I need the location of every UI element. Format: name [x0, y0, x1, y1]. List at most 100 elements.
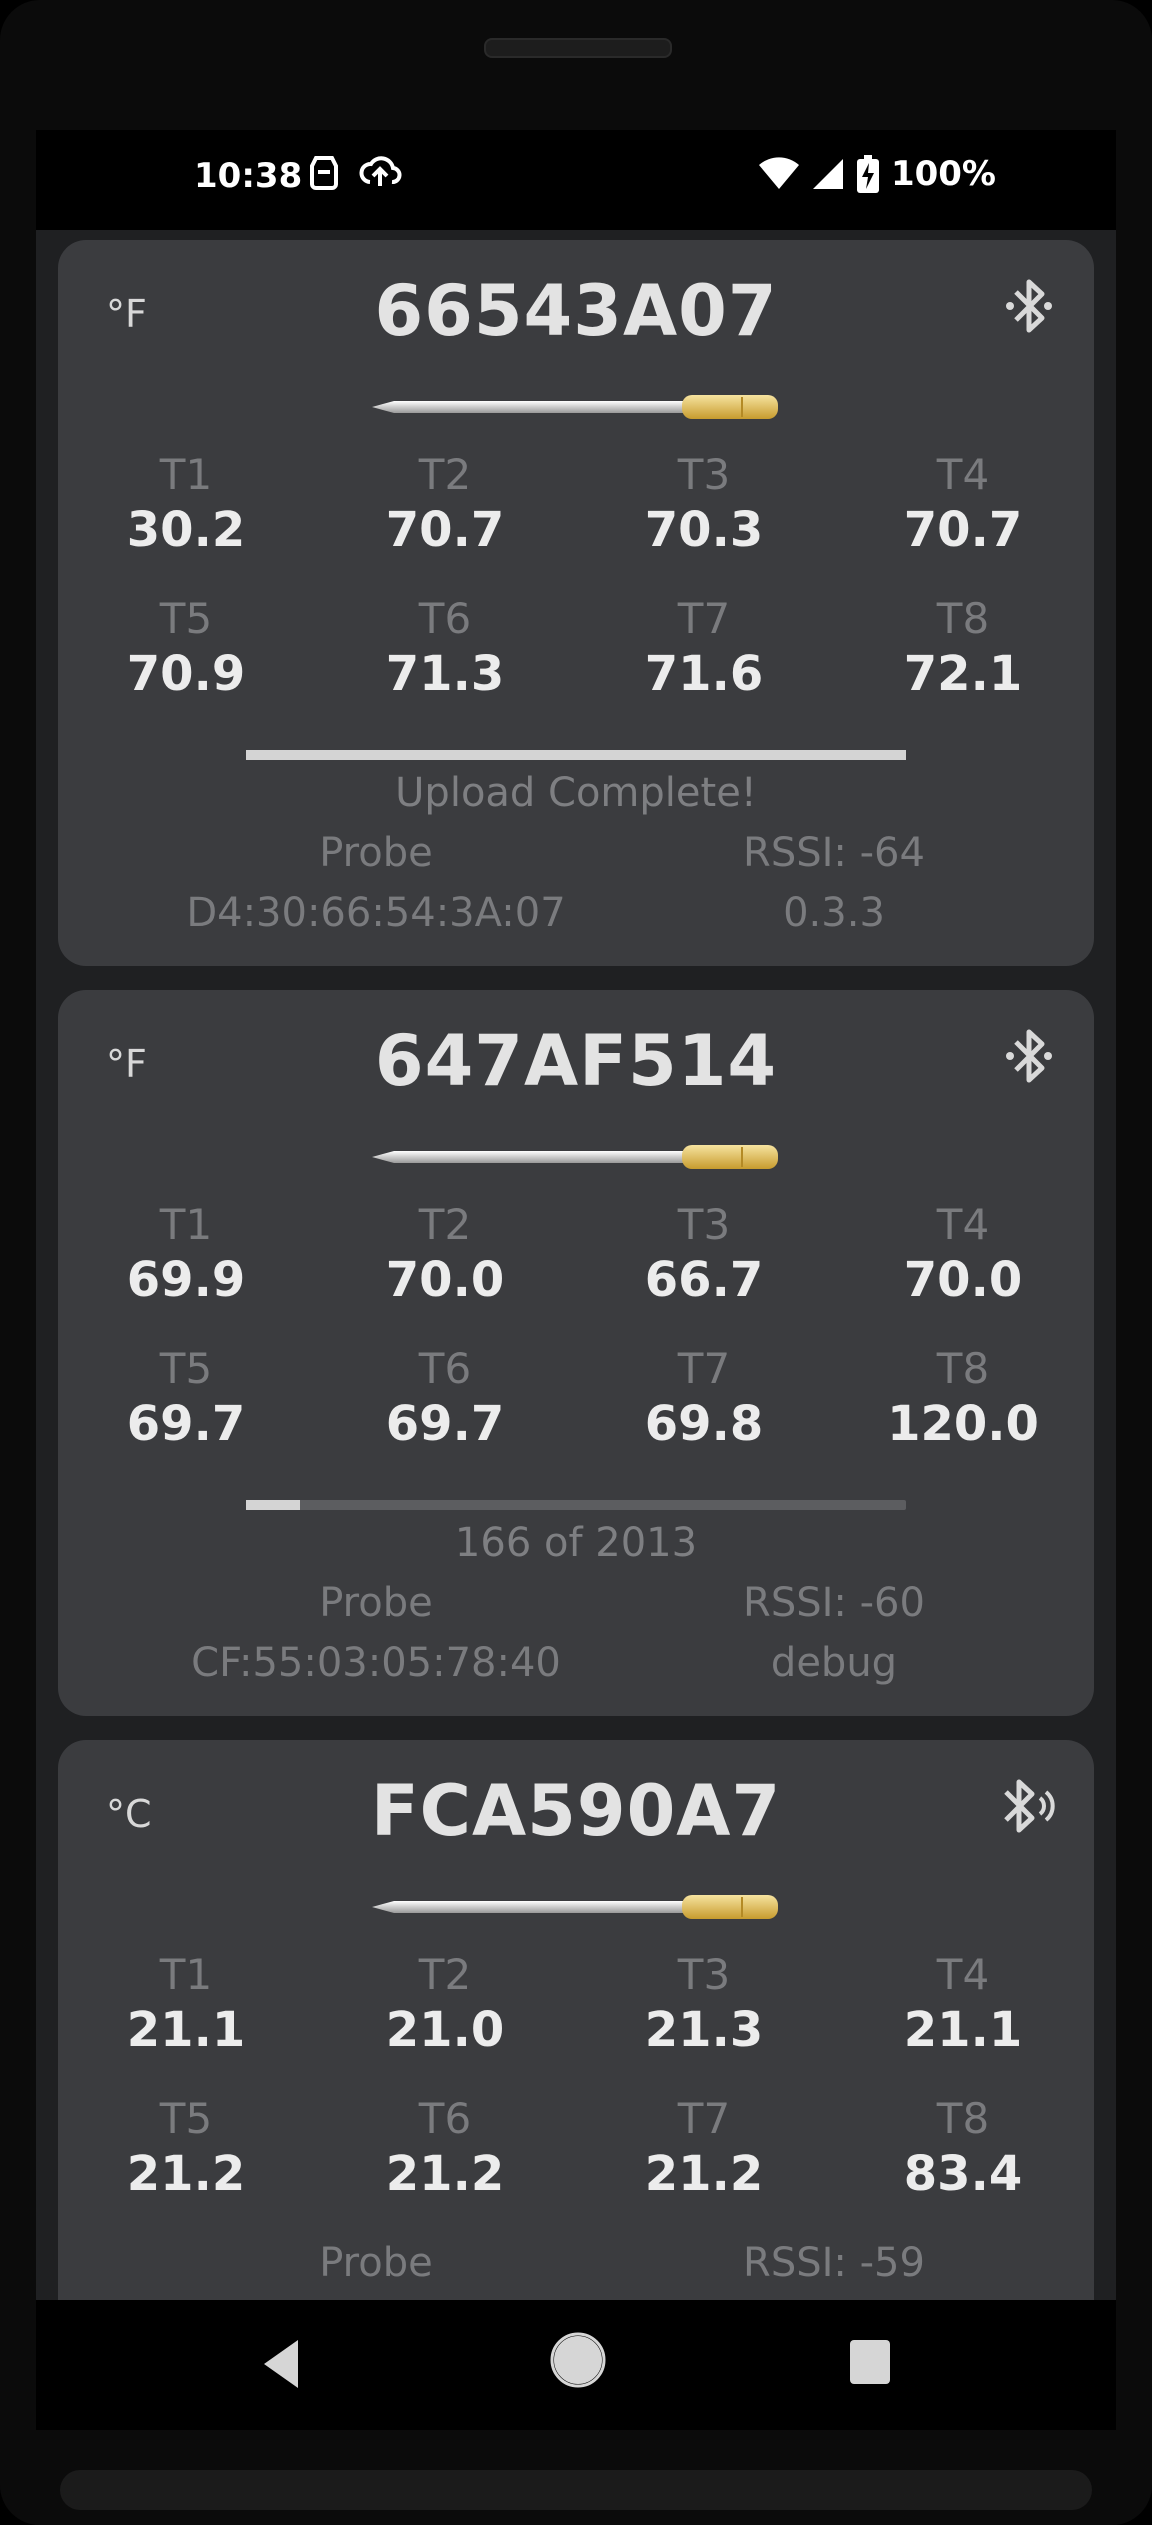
temp-label: T4	[936, 1950, 990, 1999]
upload-progress-fill	[246, 750, 906, 760]
probe-card[interactable]: °F 647AF514 T1 69.9 T2 70.0 T3 66.7 T4 7…	[58, 990, 1094, 1716]
bottom-speaker	[60, 2470, 1092, 2510]
temp-value: 70.3	[644, 502, 764, 558]
temp-value: 70.9	[126, 646, 246, 702]
data-saver-icon	[310, 156, 338, 190]
status-bar: 10:38 100%	[36, 130, 1116, 230]
device-type: Probe	[319, 830, 433, 876]
temp-value: 21.2	[644, 2146, 764, 2202]
bluetooth-icon	[1006, 279, 1052, 333]
status-notification-icons	[308, 152, 402, 192]
temp-label: T2	[418, 1950, 472, 1999]
phone-frame: 10:38 100% °F 66543A07 T1 30.2 T2 70.7 T…	[0, 0, 1152, 2525]
temp-cell: T4 70.0	[863, 1200, 1063, 1310]
temp-label: T4	[936, 450, 990, 499]
temp-value: 71.6	[644, 646, 764, 702]
temp-value: 120.0	[887, 1396, 1039, 1452]
upload-status-text: Upload Complete!	[395, 770, 757, 816]
firmware-version: 0.3.3	[783, 890, 885, 936]
temp-cell: T3 70.3	[604, 450, 804, 560]
temp-value: 69.8	[644, 1396, 764, 1452]
upload-status-text: 166 of 2013	[454, 1520, 698, 1566]
rssi-value: RSSI: -59	[743, 2240, 925, 2286]
temp-value: 21.2	[385, 2146, 505, 2202]
probe-image	[372, 1895, 778, 1919]
rssi-value: RSSI: -60	[743, 1580, 925, 1626]
temp-value: 21.1	[903, 2002, 1023, 2058]
temp-cell: T8 72.1	[863, 594, 1063, 704]
probe-id: 647AF514	[374, 1020, 778, 1102]
bluetooth-icon	[1006, 1029, 1052, 1083]
mac-address: D4:30:66:54:3A:07	[186, 890, 566, 936]
earpiece-speaker	[484, 38, 672, 58]
battery-charging-icon	[856, 155, 879, 193]
temp-value: 21.3	[644, 2002, 764, 2058]
temp-value: 30.2	[126, 502, 246, 558]
temp-value: 72.1	[903, 646, 1023, 702]
probe-id: 66543A07	[374, 270, 778, 352]
temp-cell: T2 70.7	[345, 450, 545, 560]
temp-cell: T5 21.2	[86, 2094, 286, 2204]
temp-label: T6	[418, 1344, 472, 1393]
temp-cell: T8 83.4	[863, 2094, 1063, 2204]
temp-value: 70.0	[903, 1252, 1023, 1308]
temp-cell: T7 69.8	[604, 1344, 804, 1454]
temp-value: 21.1	[126, 2002, 246, 2058]
temp-cell: T3 66.7	[604, 1200, 804, 1310]
probe-image	[372, 395, 778, 419]
temp-label: T4	[936, 1200, 990, 1249]
back-button[interactable]	[258, 2336, 306, 2392]
rssi-value: RSSI: -64	[743, 830, 925, 876]
recent-apps-button[interactable]	[846, 2336, 894, 2388]
temp-cell: T6 71.3	[345, 594, 545, 704]
device-type: Probe	[319, 2240, 433, 2286]
mac-address: CF:55:03:05:78:40	[191, 1640, 561, 1686]
temp-label: T3	[677, 450, 731, 499]
temp-label: T1	[159, 1200, 213, 1249]
temp-label: T8	[936, 2094, 990, 2143]
temp-label: T1	[159, 1950, 213, 1999]
cloud-upload-icon	[359, 156, 402, 186]
temp-label: T6	[418, 2094, 472, 2143]
temp-label: T7	[677, 594, 731, 643]
temp-label: T5	[159, 594, 213, 643]
probe-card[interactable]: °F 66543A07 T1 30.2 T2 70.7 T3 70.3 T4 7…	[58, 240, 1094, 966]
temp-cell: T8 120.0	[863, 1344, 1063, 1454]
probe-image	[372, 1145, 778, 1169]
temp-label: T2	[418, 1200, 472, 1249]
temp-cell: T1 30.2	[86, 450, 286, 560]
temp-label: T7	[677, 1344, 731, 1393]
device-type: Probe	[319, 1580, 433, 1626]
bluetooth-searching-icon	[1004, 1779, 1055, 1833]
temp-value: 71.3	[385, 646, 505, 702]
temp-cell: T6 21.2	[345, 2094, 545, 2204]
temp-value: 69.7	[126, 1396, 246, 1452]
temp-cell: T6 69.7	[345, 1344, 545, 1454]
temp-value: 21.0	[385, 2002, 505, 2058]
temp-value: 83.4	[903, 2146, 1023, 2202]
temp-cell: T1 69.9	[86, 1200, 286, 1310]
temp-label: T3	[677, 1200, 731, 1249]
battery-percentage: 100%	[890, 154, 996, 194]
temp-label: T7	[677, 2094, 731, 2143]
temp-cell: T1 21.1	[86, 1950, 286, 2060]
temp-label: T2	[418, 450, 472, 499]
probe-id: FCA590A7	[370, 1770, 782, 1852]
upload-progress-bar	[246, 1500, 906, 1510]
temp-label: T1	[159, 450, 213, 499]
wifi-icon	[758, 157, 799, 189]
probe-card[interactable]: °C FCA590A7 T1 21.1 T2 21.0 T3 21.3 T4 2…	[58, 1740, 1094, 2300]
home-button[interactable]	[548, 2330, 608, 2390]
status-time: 10:38	[194, 156, 303, 196]
navigation-bar	[36, 2300, 1116, 2430]
cellular-signal-icon	[812, 159, 843, 189]
temp-value: 70.0	[385, 1252, 505, 1308]
probe-list[interactable]: °F 66543A07 T1 30.2 T2 70.7 T3 70.3 T4 7…	[36, 230, 1116, 2300]
upload-progress-fill	[246, 1500, 301, 1510]
temp-cell: T2 21.0	[345, 1950, 545, 2060]
firmware-version: debug	[770, 1640, 898, 1686]
temp-label: T8	[936, 594, 990, 643]
temp-cell: T5 69.7	[86, 1344, 286, 1454]
temp-label: T6	[418, 594, 472, 643]
temp-cell: T7 71.6	[604, 594, 804, 704]
